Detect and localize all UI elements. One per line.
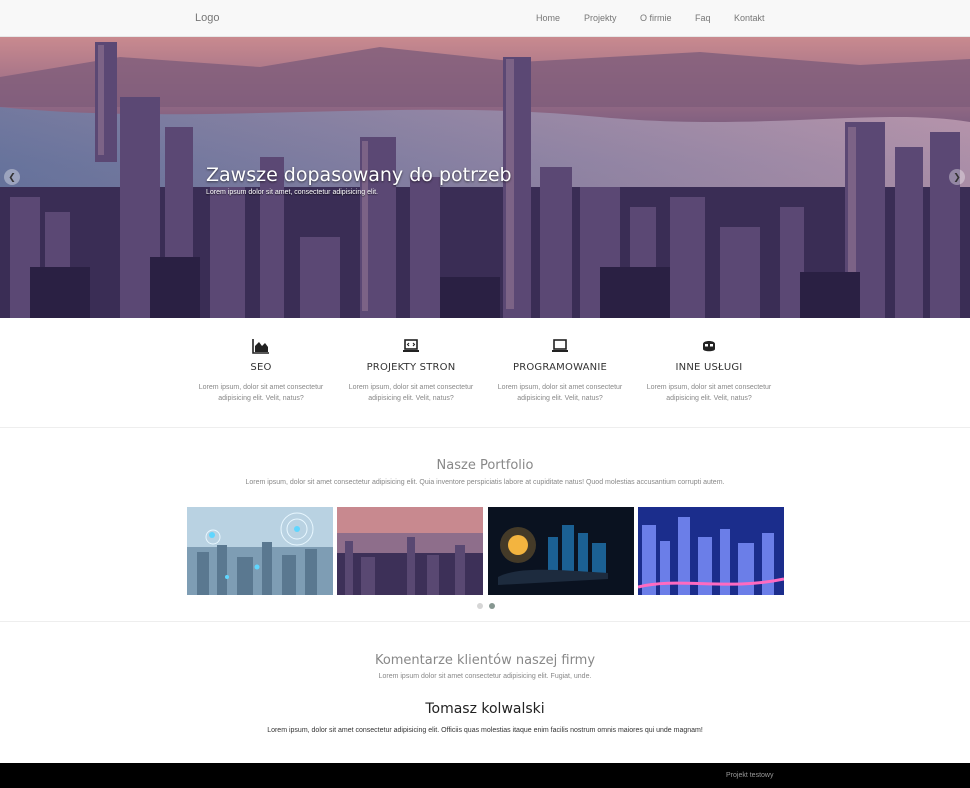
service-inne-uslugi: INNE USŁUGI Lorem ipsum, dolor sit amet … xyxy=(644,338,774,404)
footer-text: Projekt testowy xyxy=(726,772,774,779)
portfolio-image-hand-city xyxy=(488,507,634,595)
nav-link-kontakt[interactable]: Kontakt xyxy=(734,13,765,23)
service-seo: SEO Lorem ipsum, dolor sit amet consecte… xyxy=(196,338,326,404)
chevron-right-icon[interactable]: ❯ xyxy=(949,169,965,185)
nav-link-home[interactable]: Home xyxy=(536,13,560,23)
mask-icon xyxy=(703,341,715,352)
portfolio-item[interactable] xyxy=(488,507,634,595)
testimonial-author: Tomasz kolwalski xyxy=(425,701,545,717)
service-text: Lorem ipsum, dolor sit amet consectetur … xyxy=(348,384,474,402)
portfolio-item[interactable] xyxy=(638,507,784,595)
service-text: Lorem ipsum, dolor sit amet consectetur … xyxy=(198,384,324,402)
area-chart-icon xyxy=(252,339,269,354)
service-title: PROGRAMOWANIE xyxy=(512,362,607,373)
portfolio-image-night-city xyxy=(638,507,784,595)
hero-title: Zawsze dopasowany do potrzeb xyxy=(206,164,512,186)
service-projekty-stron: PROJEKTY STRON Lorem ipsum, dolor sit am… xyxy=(346,338,476,404)
testimonial-text: Lorem ipsum, dolor sit amet consectetur … xyxy=(267,727,703,734)
portfolio-subtitle: Lorem ipsum, dolor sit amet consectetur … xyxy=(245,479,725,486)
nav-link-projekty[interactable]: Projekty xyxy=(584,13,617,23)
portfolio-title: Nasze Portfolio xyxy=(436,458,534,473)
service-programowanie: PROGRAMOWANIE Lorem ipsum, dolor sit ame… xyxy=(495,338,625,404)
hero-subtitle: Lorem ipsum dolor sit amet, consectetur … xyxy=(206,189,378,196)
nav-link-o-firmie[interactable]: O firmie xyxy=(640,13,672,23)
testimonials-title: Komentarze klientów naszej firmy xyxy=(374,653,596,668)
carousel-dot-2[interactable] xyxy=(489,603,495,609)
service-title: PROJEKTY STRON xyxy=(366,362,456,373)
portfolio-item[interactable] xyxy=(337,507,483,595)
portfolio-section: Nasze Portfolio Lorem ipsum, dolor sit a… xyxy=(0,429,970,622)
portfolio-item[interactable] xyxy=(187,507,333,595)
service-title: INNE USŁUGI xyxy=(675,362,743,373)
testimonials-subtitle: Lorem ipsum dolor sit amet consectetur a… xyxy=(378,673,592,680)
navbar: Logo Home Projekty O firmie Faq Kontakt xyxy=(0,0,970,37)
footer: Projekt testowy xyxy=(0,763,970,788)
hero-carousel: Zawsze dopasowany do potrzeb Lorem ipsum… xyxy=(0,37,970,318)
service-title: SEO xyxy=(250,362,272,373)
portfolio-image-bay-city xyxy=(337,507,483,595)
service-text: Lorem ipsum, dolor sit amet consectetur … xyxy=(646,384,772,402)
testimonials-section: Komentarze klientów naszej firmy Lorem i… xyxy=(0,623,970,763)
chevron-left-icon[interactable]: ❮ xyxy=(4,169,20,185)
services-section: SEO Lorem ipsum, dolor sit amet consecte… xyxy=(0,318,970,428)
code-laptop-icon xyxy=(403,339,419,352)
service-text: Lorem ipsum, dolor sit amet consectetur … xyxy=(497,384,623,402)
nav-link-faq[interactable]: Faq xyxy=(695,13,711,23)
portfolio-image-network-city xyxy=(187,507,333,595)
carousel-dot-1[interactable] xyxy=(477,603,483,609)
laptop-icon xyxy=(552,339,568,352)
nav-links: Home Projekty O firmie Faq Kontakt xyxy=(0,13,970,27)
